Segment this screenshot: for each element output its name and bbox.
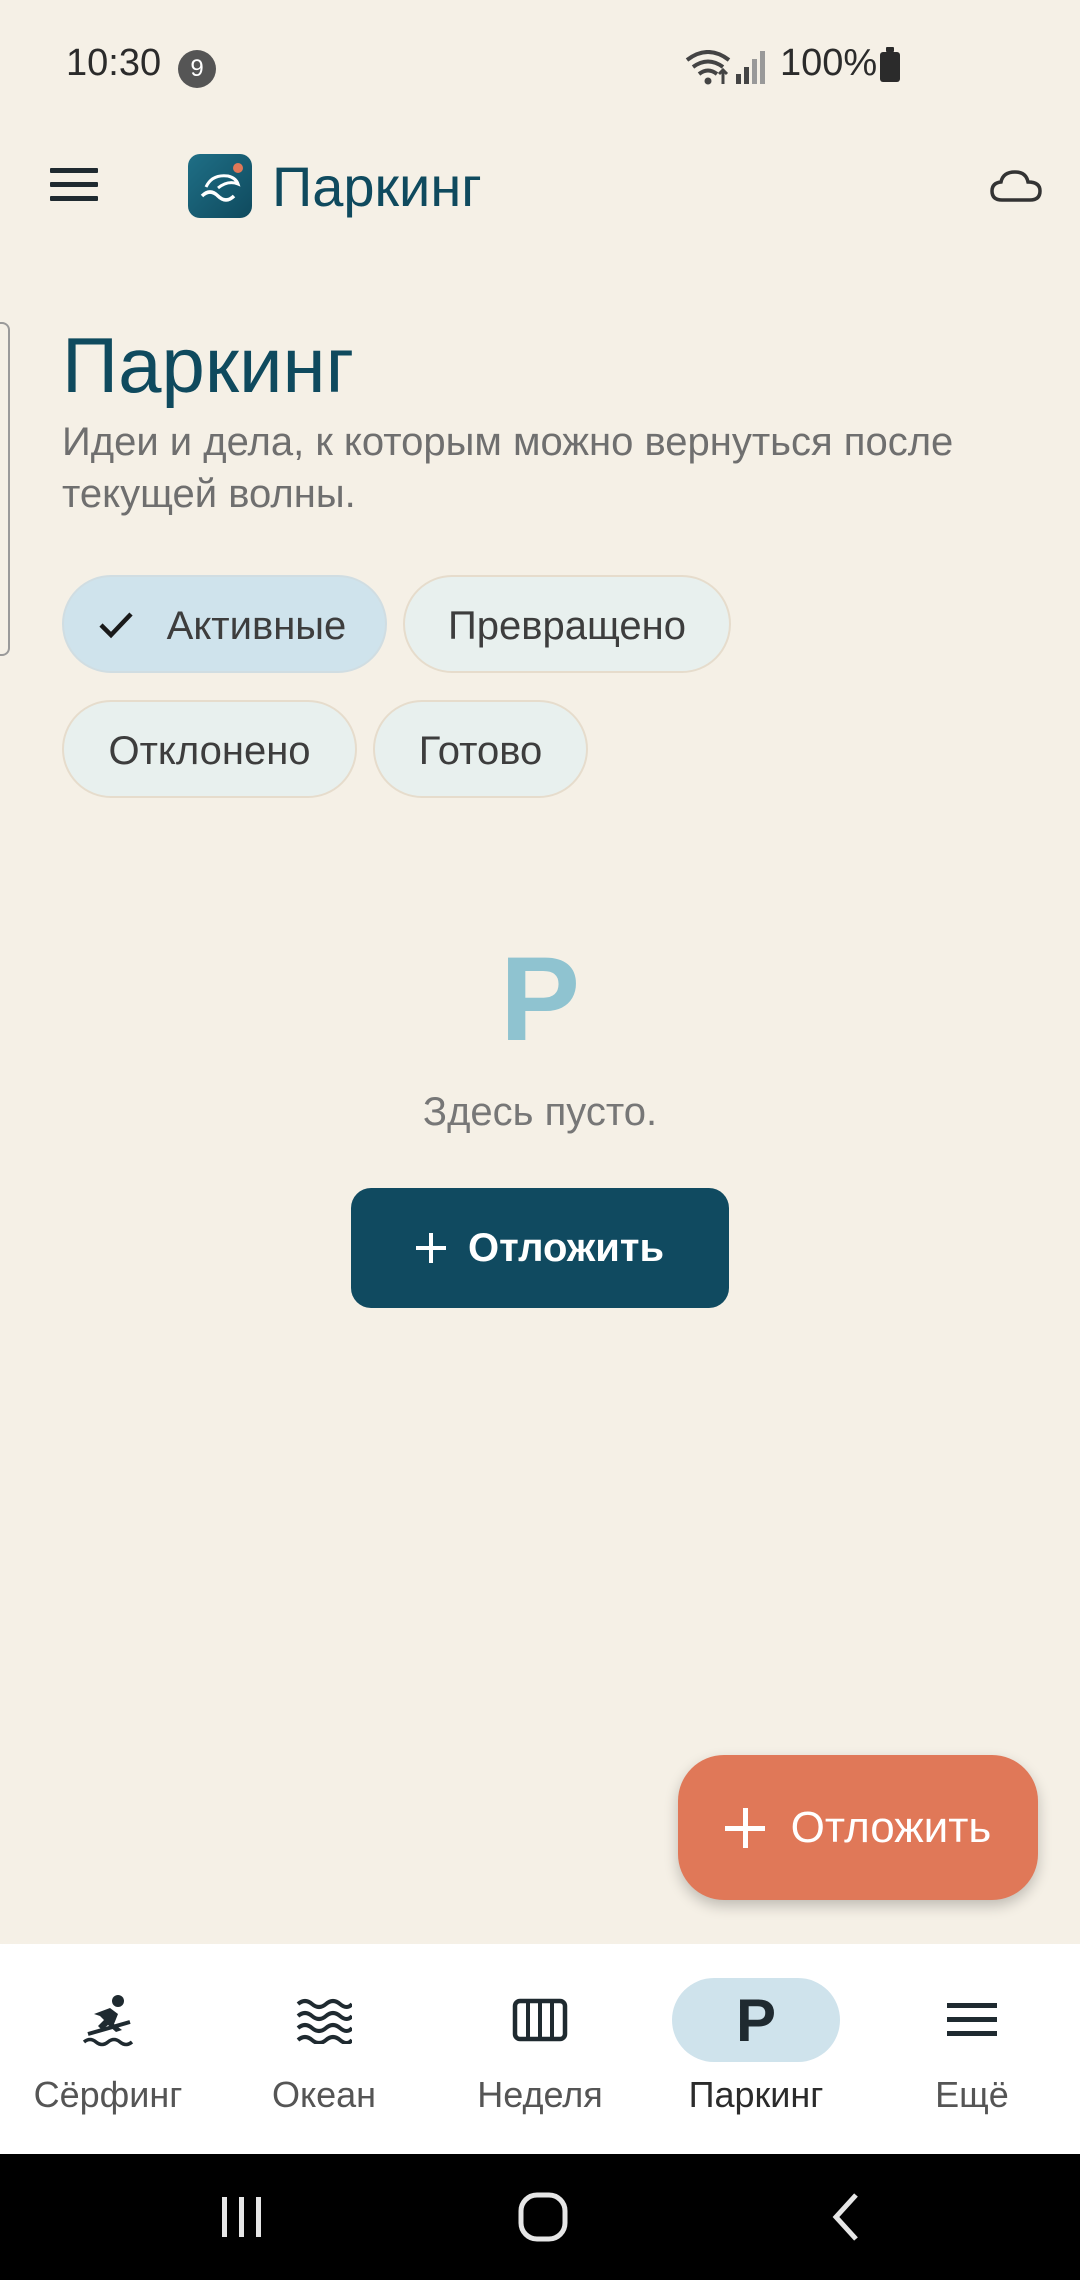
filter-chip-done[interactable]: Готово xyxy=(373,700,588,798)
nav-label: Неделя xyxy=(477,2074,603,2115)
filter-chip-label: Активные xyxy=(166,604,347,648)
filter-chip-rejected[interactable]: Отклонено xyxy=(62,700,357,798)
status-time: 10:30 xyxy=(66,42,162,84)
home-icon xyxy=(518,2192,568,2242)
check-icon xyxy=(99,612,133,639)
screen: 10:30 9 100% Паркинг Паркинг Идеи и дела… xyxy=(0,0,1080,2280)
app-bar: Паркинг xyxy=(0,130,1080,245)
system-navigation-bar xyxy=(0,2154,1080,2280)
empty-state-parking-icon: P xyxy=(499,932,581,1066)
nav-item-ocean[interactable]: Океан xyxy=(216,1944,432,2154)
recent-apps-button[interactable] xyxy=(142,2154,342,2280)
postpone-fab[interactable]: Отложить xyxy=(678,1755,1038,1900)
page-title: Паркинг xyxy=(62,321,355,409)
recent-apps-icon xyxy=(222,2197,261,2237)
nav-label: Паркинг xyxy=(688,2074,824,2115)
signal-icon xyxy=(736,51,765,84)
filter-chip-label: Превращено xyxy=(447,604,687,648)
nav-item-parking[interactable]: P Паркинг xyxy=(648,1944,864,2154)
wifi-icon xyxy=(685,50,731,85)
battery-icon xyxy=(880,47,900,82)
nav-label: Ещё xyxy=(935,2074,1009,2115)
filter-chip-active[interactable]: Активные xyxy=(62,575,387,673)
nav-active-indicator: P xyxy=(672,1978,840,2062)
nav-item-surfing[interactable]: Сёрфинг xyxy=(0,1944,216,2154)
page-subtitle: Идеи и дела, к которым можно вернуться п… xyxy=(62,420,954,516)
postpone-button[interactable]: Отложить xyxy=(351,1188,729,1308)
hamburger-menu-icon[interactable] xyxy=(50,168,98,204)
parking-icon: P xyxy=(735,1986,777,2054)
nav-label: Океан xyxy=(271,2074,377,2115)
drawer-edge-handle[interactable] xyxy=(0,322,10,656)
plus-icon xyxy=(415,1233,446,1263)
nav-label: Сёрфинг xyxy=(33,2074,183,2115)
cloud-sync-icon[interactable] xyxy=(988,166,1044,206)
nav-item-week[interactable]: Неделя xyxy=(432,1944,648,2154)
nav-item-more[interactable]: Ещё xyxy=(864,1944,1080,2154)
home-button[interactable] xyxy=(443,2154,643,2280)
more-menu-icon xyxy=(947,2003,997,2036)
back-button[interactable] xyxy=(745,2154,945,2280)
back-icon xyxy=(832,2193,858,2241)
filter-chip-label: Отклонено xyxy=(108,729,311,773)
battery-percent: 100% xyxy=(780,42,878,84)
empty-state-text: Здесь пусто. xyxy=(422,1090,658,1134)
waves-icon xyxy=(296,1999,352,2044)
bottom-navigation: Сёрфинг Океан Неделя P Паркинг Ещё xyxy=(0,1944,1080,2154)
postpone-button-label: Отложить xyxy=(467,1225,665,1270)
notification-badge: 9 xyxy=(178,50,216,88)
app-title: Паркинг xyxy=(272,155,482,218)
surfer-icon xyxy=(82,1995,134,2047)
plus-icon xyxy=(724,1807,765,1848)
fab-label: Отложить xyxy=(790,1802,992,1852)
week-columns-icon xyxy=(512,1998,568,2042)
filter-chip-converted[interactable]: Превращено xyxy=(403,575,731,673)
app-logo-icon xyxy=(188,154,252,218)
status-bar: 10:30 9 100% xyxy=(0,0,1080,130)
filter-chip-label: Готово xyxy=(418,729,543,773)
